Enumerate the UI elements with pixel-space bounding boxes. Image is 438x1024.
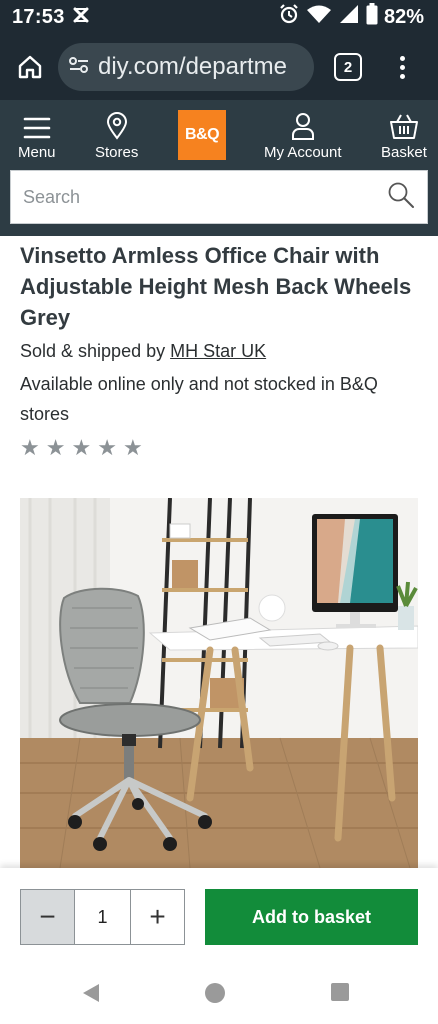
product-title: Vinsetto Armless Office Chair with Adjus…	[20, 243, 412, 330]
location-pin-icon	[106, 110, 128, 140]
android-nav-bar	[0, 960, 438, 1024]
home-nav-icon[interactable]	[204, 982, 226, 1009]
site-nav: Menu Stores B&Q My Account Basket	[0, 100, 438, 170]
nav-menu[interactable]: Menu	[18, 110, 56, 161]
site-settings-icon[interactable]	[68, 56, 90, 79]
hamburger-icon	[23, 110, 51, 140]
nav-menu-label: Menu	[18, 144, 56, 161]
quantity-increase-button[interactable]: +	[131, 890, 184, 944]
recents-icon[interactable]	[330, 982, 350, 1007]
quantity-stepper: − 1 +	[20, 889, 185, 945]
nav-my-account[interactable]: My Account	[264, 110, 342, 161]
notification-x-icon	[73, 7, 89, 28]
site-header: Menu Stores B&Q My Account Basket	[0, 100, 438, 236]
home-button[interactable]	[8, 45, 52, 89]
address-url: diy.com/departme	[98, 53, 287, 80]
tab-switcher-button[interactable]: 2	[334, 53, 362, 81]
star-icon: ★	[20, 435, 40, 460]
battery-icon	[366, 3, 378, 31]
browser-toolbar: diy.com/departme 2	[0, 34, 438, 100]
more-options-icon[interactable]	[392, 47, 412, 87]
star-icon: ★	[45, 435, 66, 460]
add-to-basket-bar: − 1 + Add to basket	[0, 868, 438, 960]
status-time: 17:53	[12, 5, 65, 28]
sold-by-prefix: Sold & shipped by	[20, 341, 171, 361]
nav-stores[interactable]: Stores	[95, 110, 138, 161]
search-bar	[10, 170, 428, 224]
home-icon	[18, 55, 42, 79]
alarm-icon	[278, 3, 300, 31]
nav-my-account-label: My Account	[264, 144, 342, 161]
address-bar[interactable]: diy.com/departme	[58, 43, 314, 91]
quantity-decrease-button[interactable]: −	[21, 890, 75, 944]
nav-basket[interactable]: Basket	[381, 110, 427, 161]
back-icon[interactable]	[80, 982, 102, 1009]
star-icon: ★	[122, 435, 143, 460]
star-icon: ★	[97, 435, 117, 460]
product-image[interactable]	[20, 498, 418, 868]
availability-text: Available online only and not stocked in…	[20, 374, 378, 424]
user-icon	[291, 110, 315, 140]
nav-stores-label: Stores	[95, 144, 139, 161]
star-rating[interactable]: ★ ★ ★ ★ ★	[20, 437, 143, 459]
bq-logo[interactable]: B&Q	[178, 110, 226, 160]
search-input[interactable]	[23, 186, 363, 208]
battery-percent: 82%	[383, 5, 424, 28]
search-icon[interactable]	[387, 181, 415, 214]
signal-icon	[338, 4, 360, 30]
quantity-value[interactable]: 1	[75, 890, 131, 944]
seller-link[interactable]: MH Star UK	[170, 341, 266, 361]
star-icon: ★	[71, 435, 92, 460]
wifi-icon	[306, 4, 332, 30]
add-to-basket-button[interactable]: Add to basket	[205, 889, 418, 945]
sold-by: Sold & shipped by MH Star UK	[20, 341, 266, 362]
basket-icon	[389, 110, 419, 140]
nav-basket-label: Basket	[381, 144, 427, 161]
status-bar: 17:53 82%	[0, 0, 438, 34]
